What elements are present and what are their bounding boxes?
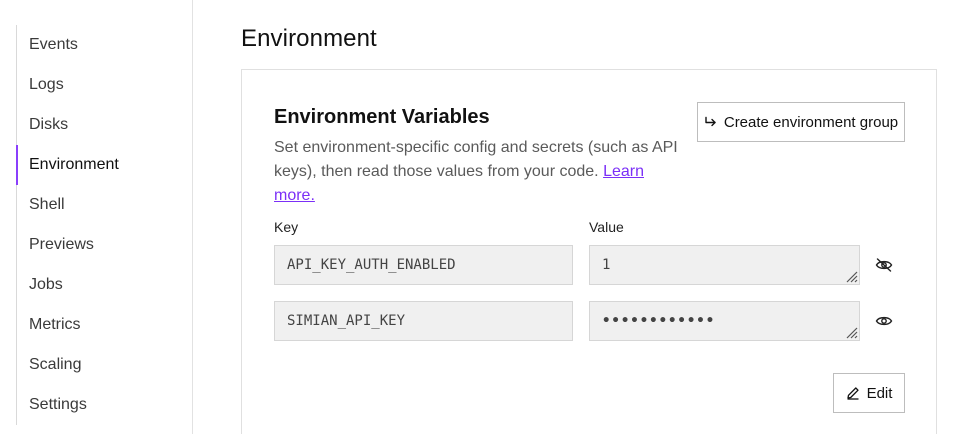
pencil-icon xyxy=(846,386,860,400)
resize-grip-icon[interactable] xyxy=(844,325,858,339)
eye-slash-icon[interactable] xyxy=(875,256,893,274)
sidebar: Events Logs Disks Environment Shell Prev… xyxy=(0,0,193,434)
value-column-header: Value xyxy=(589,219,624,235)
sidebar-item-events[interactable]: Events xyxy=(17,25,193,65)
key-column-header: Key xyxy=(274,219,299,235)
page-title: Environment xyxy=(241,25,377,52)
sidebar-nav: Events Logs Disks Environment Shell Prev… xyxy=(16,25,193,425)
section-title: Environment Variables xyxy=(274,106,490,128)
env-key-field[interactable]: SIMIAN_API_KEY xyxy=(274,301,573,341)
env-vars-card: Environment Variables Set environment-sp… xyxy=(241,69,937,434)
sidebar-item-environment[interactable]: Environment xyxy=(16,145,193,185)
create-environment-group-label: Create environment group xyxy=(723,113,899,131)
sidebar-item-settings[interactable]: Settings xyxy=(17,385,193,425)
sidebar-item-disks[interactable]: Disks xyxy=(17,105,193,145)
env-value-masked-text: •••••••••••• xyxy=(602,313,716,329)
sidebar-item-previews[interactable]: Previews xyxy=(17,225,193,265)
resize-grip-icon[interactable] xyxy=(844,269,858,283)
sidebar-item-metrics[interactable]: Metrics xyxy=(17,305,193,345)
eye-icon[interactable] xyxy=(875,312,893,330)
sidebar-item-jobs[interactable]: Jobs xyxy=(17,265,193,305)
create-environment-group-button[interactable]: Create environment group xyxy=(697,102,905,142)
env-key-field[interactable]: API_KEY_AUTH_ENABLED xyxy=(274,245,573,285)
env-value-field[interactable]: •••••••••••• xyxy=(589,301,860,341)
sidebar-item-shell[interactable]: Shell xyxy=(17,185,193,225)
env-value-field[interactable]: 1 xyxy=(589,245,860,285)
env-value-text: 1 xyxy=(602,257,611,273)
edit-button[interactable]: Edit xyxy=(833,373,905,413)
sidebar-item-logs[interactable]: Logs xyxy=(17,65,193,105)
section-description: Set environment-specific config and secr… xyxy=(274,136,684,208)
edit-label: Edit xyxy=(866,384,893,402)
sidebar-item-scaling[interactable]: Scaling xyxy=(17,345,193,385)
redirect-arrow-icon xyxy=(704,116,717,128)
